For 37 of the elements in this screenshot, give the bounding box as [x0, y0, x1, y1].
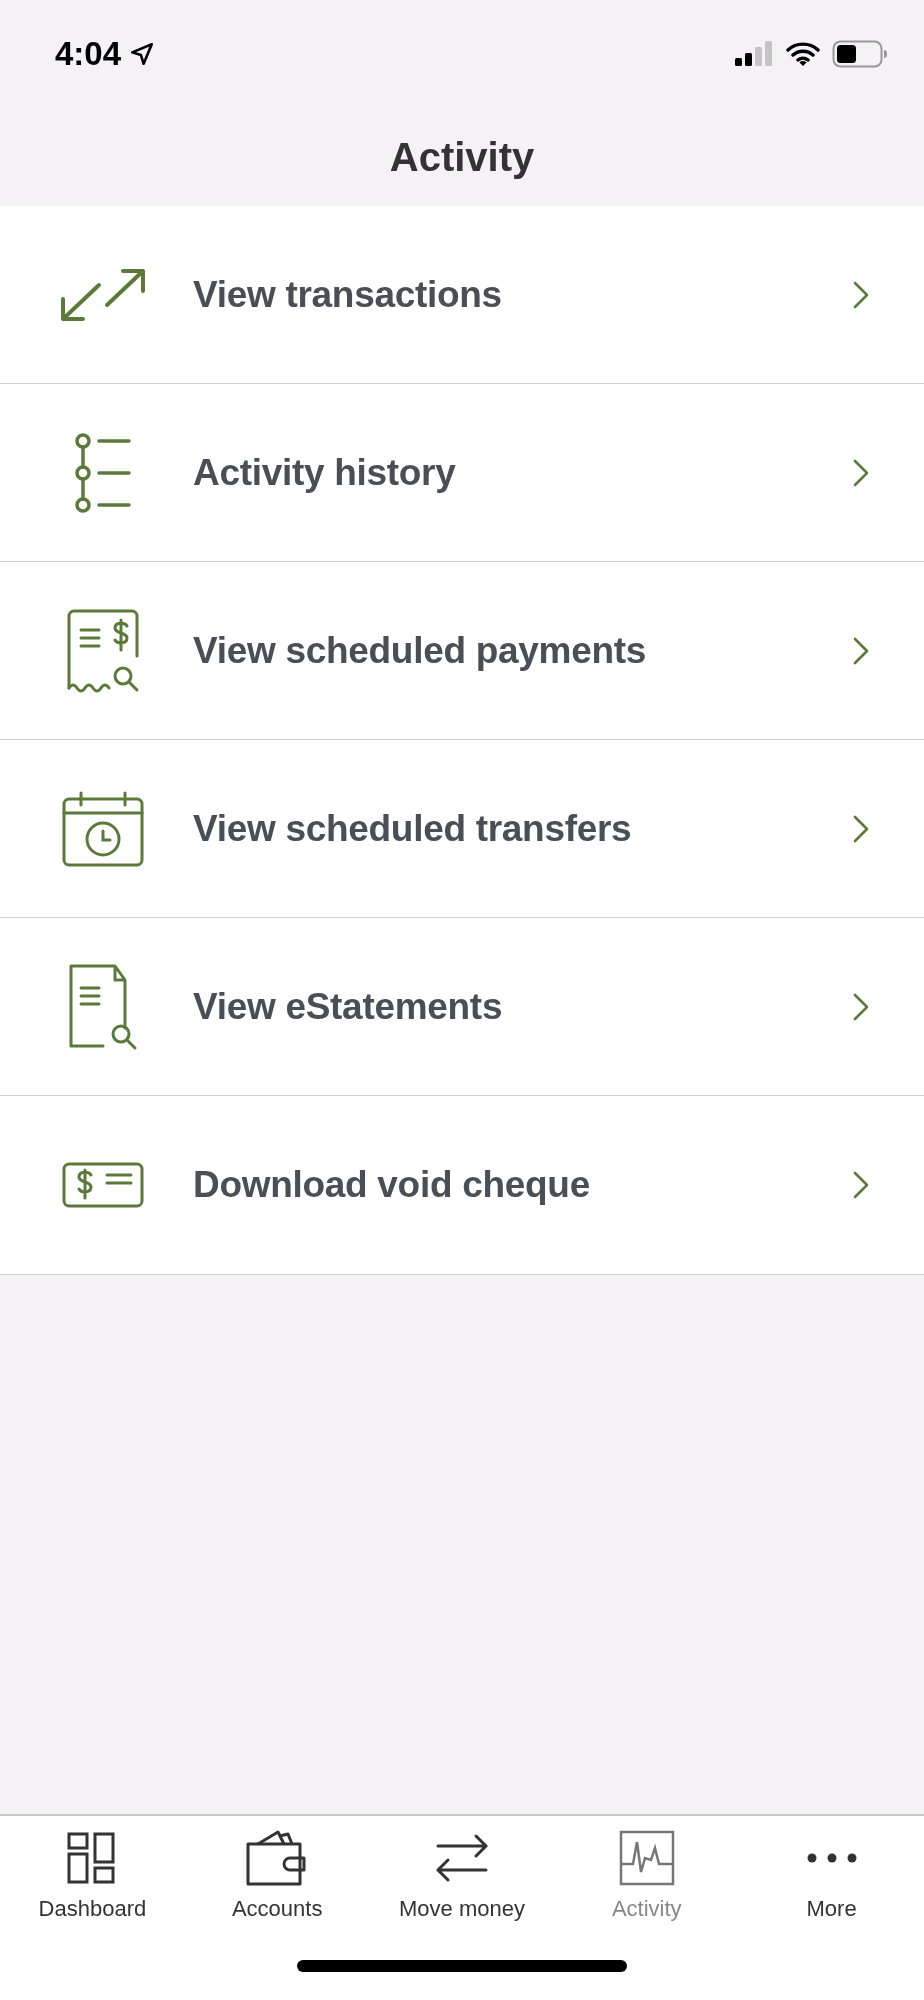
- menu-item[interactable]: View eStatements: [0, 918, 924, 1096]
- status-time: 4:04: [55, 35, 122, 73]
- menu-item[interactable]: View scheduled transfers: [0, 740, 924, 918]
- timeline-list-icon: [72, 430, 133, 515]
- chevron-icon: [853, 1171, 869, 1199]
- tab[interactable]: Activity: [554, 1828, 740, 1922]
- location-icon: [129, 41, 156, 67]
- wifi-icon: [786, 41, 820, 67]
- cheque-icon: [60, 1161, 145, 1209]
- menu-item-label: Activity history: [193, 451, 457, 494]
- transfer-arrows-icon: [434, 1832, 490, 1884]
- diagonal-arrows-icon: [58, 266, 147, 323]
- battery-icon: [832, 40, 888, 68]
- tab[interactable]: Move money: [369, 1828, 555, 1922]
- menu-item[interactable]: Download void cheque: [0, 1096, 924, 1274]
- tab[interactable]: More: [739, 1828, 924, 1922]
- signal-icon: [734, 41, 774, 67]
- menu-item[interactable]: View scheduled payments: [0, 562, 924, 740]
- menu-item-label: View eStatements: [193, 985, 504, 1028]
- dashboard-icon: [67, 1832, 118, 1884]
- page-title: Activity: [389, 134, 535, 180]
- chevron-icon: [853, 992, 869, 1021]
- menu-item-label: View scheduled transfers: [193, 807, 633, 850]
- menu-item-label: View transactions: [193, 273, 503, 316]
- menu-item-label: Download void cheque: [193, 1164, 591, 1206]
- chevron-icon: [853, 458, 869, 487]
- menu-item[interactable]: Activity history: [0, 384, 924, 562]
- activity-chart-icon: [618, 1830, 675, 1886]
- wallet-icon: [246, 1830, 309, 1886]
- more-icon: [805, 1852, 858, 1864]
- menu-item[interactable]: View transactions: [0, 206, 924, 384]
- chevron-icon: [853, 636, 869, 665]
- chevron-icon: [853, 814, 869, 843]
- tab[interactable]: Accounts: [184, 1828, 370, 1922]
- menu-item-label: View scheduled payments: [193, 629, 648, 672]
- tab[interactable]: Dashboard: [0, 1828, 185, 1922]
- chevron-icon: [853, 280, 869, 309]
